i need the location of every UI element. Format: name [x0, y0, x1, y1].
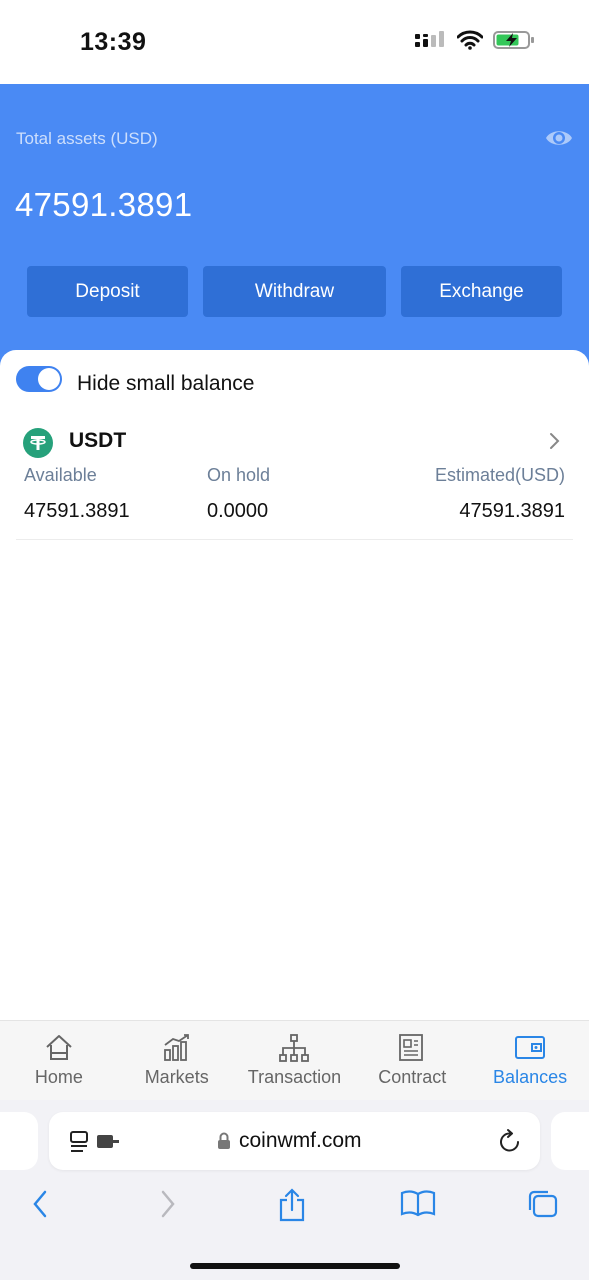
withdraw-button[interactable]: Withdraw — [203, 266, 386, 317]
tab-transaction[interactable]: Transaction — [236, 1021, 354, 1100]
lock-icon — [217, 1132, 231, 1155]
bookmarks-icon[interactable] — [400, 1188, 436, 1223]
transaction-icon — [279, 1034, 310, 1062]
hide-small-balance-label: Hide small balance — [77, 372, 255, 395]
tab-label: Balances — [493, 1067, 568, 1087]
back-icon[interactable] — [30, 1188, 50, 1225]
share-icon[interactable] — [277, 1188, 307, 1227]
tether-icon — [23, 428, 53, 458]
forward-icon[interactable] — [158, 1188, 178, 1225]
address-bar[interactable]: coinwmf.com — [49, 1112, 540, 1170]
home-icon — [46, 1035, 72, 1060]
available-value: 47591.3891 — [24, 500, 130, 522]
status-bar: 13:39 — [0, 0, 589, 84]
contract-icon — [399, 1034, 424, 1061]
bottom-tab-bar: Home Markets Transaction Contract Balanc… — [0, 1020, 589, 1100]
previous-tab-pill[interactable] — [0, 1112, 38, 1170]
tab-label: Transaction — [247, 1067, 342, 1087]
next-tab-pill[interactable] — [551, 1112, 589, 1170]
deposit-button[interactable]: Deposit — [27, 266, 188, 317]
tabs-icon[interactable] — [526, 1188, 560, 1225]
tab-label: Markets — [144, 1067, 209, 1087]
estimated-value: 47591.3891 — [459, 500, 565, 522]
page-menu-icon[interactable] — [69, 1129, 121, 1160]
eye-icon[interactable] — [545, 124, 573, 157]
wallet-icon — [515, 1036, 546, 1059]
estimated-label: Estimated(USD) — [434, 465, 565, 485]
available-label: Available — [24, 465, 97, 485]
browser-toolbar: coinwmf.com — [0, 1100, 589, 1280]
home-indicator — [190, 1263, 400, 1269]
tab-markets[interactable]: Markets — [118, 1021, 236, 1100]
toggle-knob — [38, 368, 60, 390]
cellular-signal-icon — [415, 31, 444, 47]
assets-header: Total assets (USD) 47591.3891 Deposit Wi… — [0, 84, 589, 374]
tab-label: Home — [34, 1067, 83, 1087]
markets-icon — [163, 1034, 189, 1061]
tab-home[interactable]: Home — [0, 1021, 118, 1100]
browser-nav-row — [0, 1188, 589, 1228]
reload-icon[interactable] — [498, 1128, 522, 1159]
on-hold-label: On hold — [207, 465, 271, 485]
status-time: 13:39 — [80, 28, 147, 56]
coin-symbol: USDT — [69, 429, 127, 452]
url-text: coinwmf.com — [239, 1129, 362, 1152]
hide-small-balance-toggle[interactable] — [16, 366, 62, 392]
on-hold-value: 0.0000 — [207, 500, 269, 522]
balance-card: Hide small balance USDT Available On hol… — [0, 350, 589, 1020]
wifi-icon — [457, 30, 483, 50]
asset-row-usdt[interactable]: USDT Available On hold Estimated(USD) 47… — [16, 414, 573, 540]
status-icons — [415, 30, 535, 50]
total-assets-label: Total assets (USD) — [16, 129, 158, 148]
total-assets-value: 47591.3891 — [15, 186, 193, 223]
tab-contract[interactable]: Contract — [353, 1021, 471, 1100]
tab-balances[interactable]: Balances — [471, 1021, 589, 1100]
battery-charging-icon — [493, 31, 534, 49]
tab-label: Contract — [378, 1067, 447, 1087]
exchange-button[interactable]: Exchange — [401, 266, 562, 317]
chevron-right-icon — [549, 432, 561, 455]
